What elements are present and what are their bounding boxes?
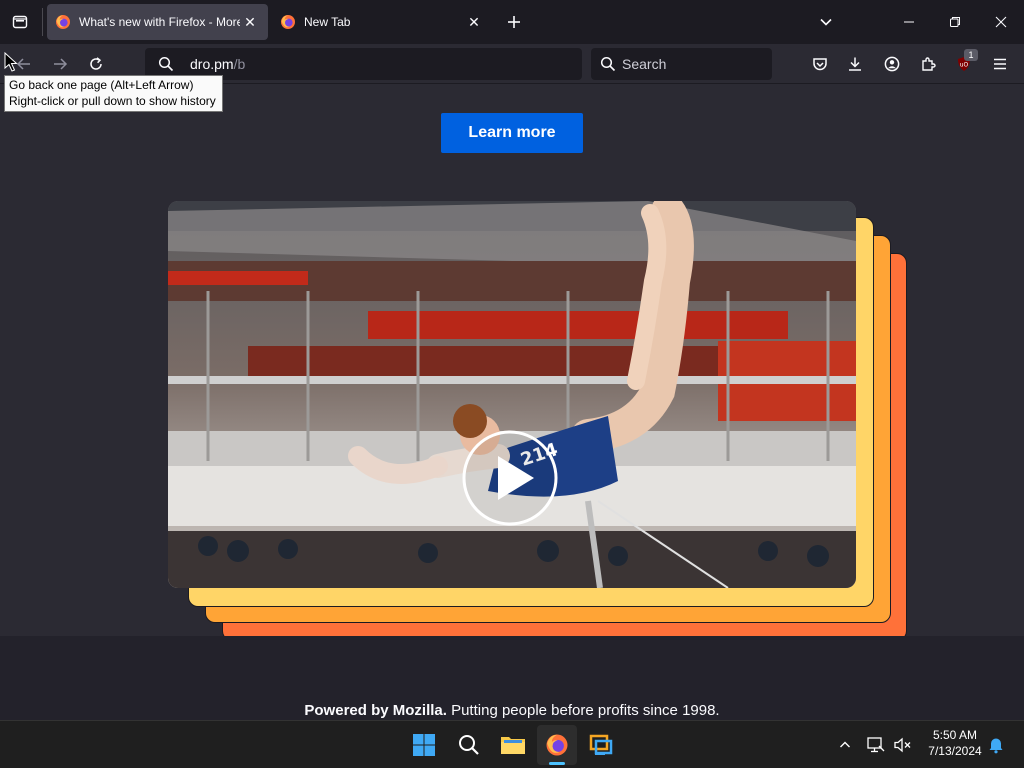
minimize-icon: [904, 21, 914, 23]
video-player[interactable]: 214: [168, 201, 856, 588]
search-bar[interactable]: Search: [591, 48, 772, 80]
hamburger-menu-icon: [994, 58, 1006, 70]
restore-button[interactable]: [932, 0, 978, 44]
back-button-tooltip: Go back one page (Alt+Left Arrow) Right-…: [4, 75, 223, 112]
downloads-button[interactable]: [841, 50, 869, 78]
tooltip-line-2: Right-click or pull down to show history: [9, 94, 216, 108]
close-window-button[interactable]: [978, 0, 1024, 44]
remote-desktop-button[interactable]: [581, 725, 621, 765]
clock-time: 5:50 AM: [932, 728, 978, 742]
pocket-button[interactable]: [806, 50, 834, 78]
file-explorer-button[interactable]: [493, 725, 533, 765]
chevron-up-icon: [840, 741, 850, 748]
tab-strip: What's new with Firefox - More ✕ New Tab…: [0, 0, 1024, 44]
tab-separator: [42, 8, 43, 36]
url-host: dro.pm: [190, 56, 234, 72]
close-tab-icon[interactable]: ✕: [464, 12, 484, 32]
account-icon: [884, 56, 900, 72]
search-icon: [459, 735, 479, 755]
play-icon[interactable]: [460, 428, 560, 528]
tab-new-tab[interactable]: New Tab ✕: [272, 4, 492, 40]
firefox-taskbar-button[interactable]: [537, 725, 577, 765]
list-all-tabs-button[interactable]: [812, 8, 840, 36]
close-icon: [995, 16, 1007, 28]
system-clock[interactable]: 5:50 AM 7/13/2024: [920, 727, 990, 759]
close-tab-icon[interactable]: ✕: [240, 12, 260, 32]
page-content: Learn more: [0, 85, 1024, 641]
tab-title: What's new with Firefox - More: [79, 15, 240, 29]
running-indicator: [549, 762, 565, 765]
windows-taskbar: 5:50 AM 7/13/2024: [0, 720, 1024, 768]
firefox-view-button[interactable]: [6, 8, 34, 36]
plus-icon: [508, 16, 520, 28]
puzzle-icon: [922, 57, 936, 71]
url-path: /b: [233, 56, 246, 72]
tab-title: New Tab: [304, 15, 351, 29]
search-icon: [600, 56, 616, 72]
network-status-button[interactable]: [866, 733, 886, 757]
clock-date: 7/13/2024: [928, 744, 982, 758]
reload-icon: [90, 57, 102, 70]
folder-icon: [501, 737, 525, 754]
tab-whats-new[interactable]: What's new with Firefox - More ✕: [47, 4, 268, 40]
firefox-logo-icon: [546, 734, 568, 756]
app-menu-button[interactable]: [986, 50, 1014, 78]
show-hidden-icons-button[interactable]: [835, 733, 855, 757]
download-icon: [849, 57, 861, 71]
pocket-icon: [813, 58, 827, 71]
firefox-logo-icon: [281, 15, 295, 29]
firefox-logo-icon: [56, 15, 70, 29]
ublock-origin-button[interactable]: uO 1: [950, 49, 978, 78]
svg-text:uO: uO: [960, 62, 969, 69]
new-tab-button[interactable]: [500, 8, 528, 36]
reload-button[interactable]: [82, 50, 110, 78]
extensions-button[interactable]: [914, 50, 942, 78]
start-button[interactable]: [404, 725, 444, 765]
bell-icon: [989, 738, 1003, 754]
speaker-muted-icon: [894, 737, 911, 753]
footer-rest: Putting people before profits since 1998…: [446, 702, 720, 719]
url-text: dro.pm/b: [190, 56, 245, 72]
video-thumbnail-gymnast: 214: [168, 201, 856, 588]
mouse-cursor-icon: [4, 52, 18, 72]
search-placeholder: Search: [622, 56, 667, 72]
learn-more-button[interactable]: Learn more: [441, 113, 583, 153]
remote-desktop-icon: [589, 734, 613, 755]
taskbar-search-button[interactable]: [449, 725, 489, 765]
arrow-right-icon: [54, 58, 68, 70]
footer-text: Powered by Mozilla. Putting people befor…: [0, 702, 1024, 719]
minimize-button[interactable]: [886, 0, 932, 44]
account-button[interactable]: [878, 50, 906, 78]
forward-button[interactable]: [46, 50, 74, 78]
notifications-button[interactable]: [986, 733, 1006, 757]
firefox-view-icon: [12, 15, 28, 29]
extension-badge: 1: [964, 49, 978, 61]
windows-logo-icon: [413, 734, 435, 756]
volume-button[interactable]: [893, 733, 913, 757]
restore-icon: [950, 17, 960, 27]
network-disconnected-icon: [867, 737, 885, 753]
arrow-left-icon: [16, 58, 30, 70]
footer-strong: Powered by Mozilla.: [304, 702, 447, 719]
chevron-down-icon: [820, 18, 832, 26]
tooltip-line-1: Go back one page (Alt+Left Arrow): [9, 78, 194, 92]
search-icon: [158, 56, 174, 72]
